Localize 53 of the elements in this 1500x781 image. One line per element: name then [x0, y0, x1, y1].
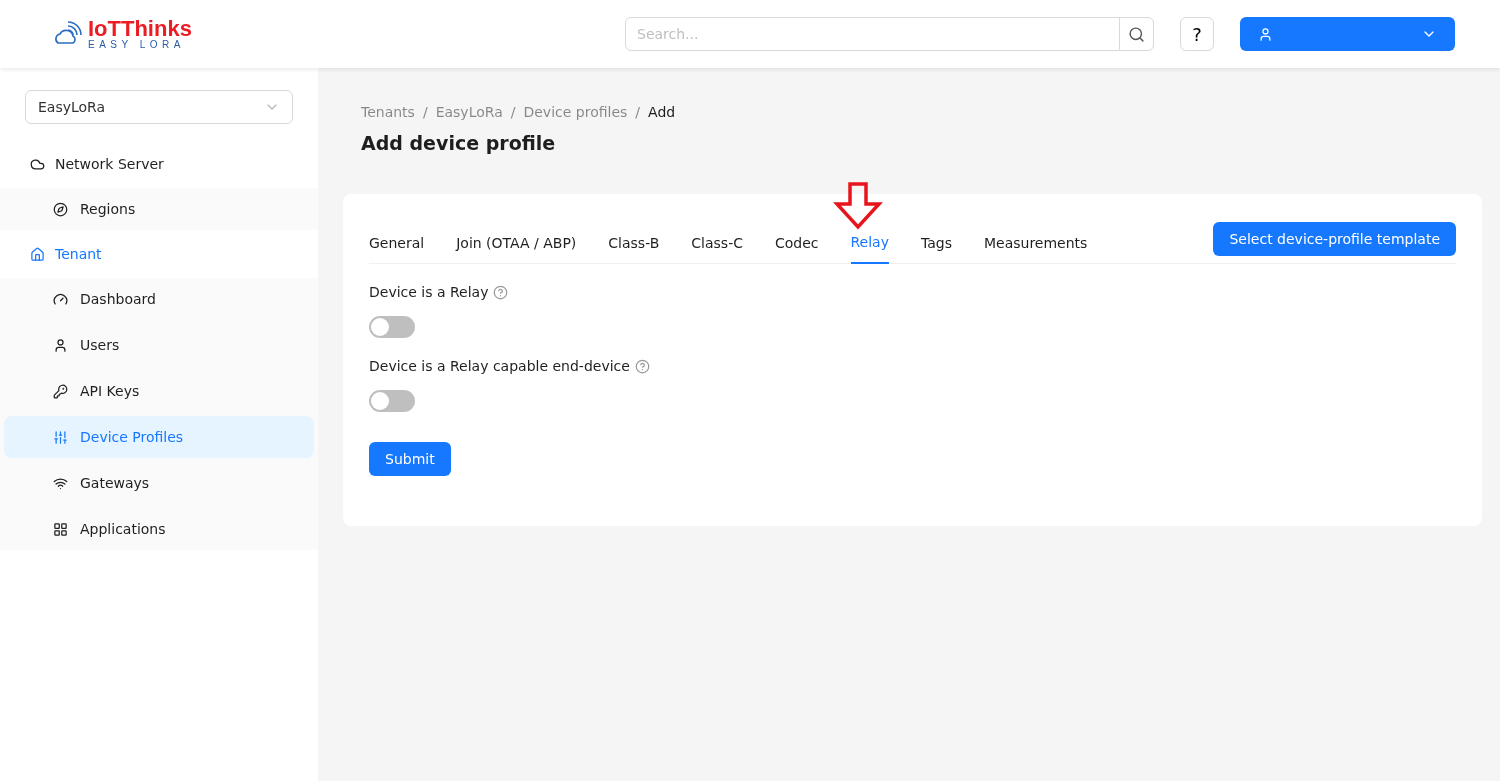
sidebar-item[interactable]: Applications — [4, 508, 314, 550]
sidebar-item-label: Gateways — [80, 475, 150, 491]
gauge-icon — [53, 291, 68, 307]
compass-icon — [53, 201, 68, 217]
user-icon — [1258, 26, 1273, 42]
sidebar-item-label: Applications — [80, 521, 166, 537]
tab[interactable]: Tags — [921, 220, 952, 263]
help-icon — [493, 284, 509, 300]
sidebar-item[interactable]: Users — [4, 324, 314, 366]
sidebar-group-label: Network Server — [55, 156, 164, 172]
tab[interactable]: Class-B — [608, 220, 660, 263]
tab[interactable]: Codec — [774, 220, 819, 263]
toggle-switch[interactable] — [369, 316, 415, 338]
sidebar-item[interactable]: Gateways — [4, 462, 314, 504]
sidebar-item-label: Dashboard — [80, 291, 156, 307]
sidebar-item[interactable]: Dashboard — [4, 278, 314, 320]
sidebar-item-label: Regions — [80, 201, 136, 217]
sidebar-group-label: Tenant — [55, 246, 102, 262]
breadcrumb-separator: / — [422, 104, 428, 120]
page-title: Add device profile — [361, 132, 557, 154]
wifi-icon — [53, 475, 68, 491]
user-menu-button[interactable] — [1240, 17, 1455, 51]
breadcrumb-separator: / — [635, 104, 641, 120]
home-icon — [30, 246, 45, 262]
sidebar-item[interactable]: API Keys — [4, 370, 314, 412]
tab[interactable]: General — [369, 220, 425, 263]
tab[interactable]: Join (OTAA / ABP) — [456, 220, 577, 263]
search-icon — [1128, 25, 1145, 43]
sliders-icon — [53, 429, 68, 445]
logo-icon — [54, 21, 84, 47]
template-button[interactable]: Select device-profile template — [1213, 221, 1456, 256]
toggle-switch[interactable] — [369, 390, 415, 412]
logo-name: IoTThinks — [88, 18, 192, 40]
field-label: Device is a Relay capable end-device — [369, 358, 630, 374]
sidebar-item-label: Device Profiles — [80, 429, 184, 445]
user-icon — [53, 337, 68, 353]
key-icon — [53, 383, 68, 399]
sidebar-item[interactable]: Device Profiles — [4, 416, 314, 458]
tenant-select[interactable]: EasyLoRa — [25, 90, 293, 124]
submit-button[interactable]: Submit — [369, 442, 451, 476]
annotation-arrow-icon — [833, 182, 883, 230]
help-icon — [634, 358, 650, 374]
field-label: Device is a Relay — [369, 284, 489, 300]
tab[interactable]: Relay — [850, 220, 889, 264]
cloud-icon — [30, 156, 45, 172]
breadcrumb-separator: / — [510, 104, 516, 120]
logo-tagline: EASY LORA — [88, 40, 186, 50]
sidebar-item-label: API Keys — [80, 383, 140, 399]
sidebar-item-label: Users — [80, 337, 120, 353]
grid-icon — [53, 521, 68, 537]
help-button[interactable]: ? — [1180, 17, 1214, 51]
tab[interactable]: Measurements — [984, 220, 1088, 263]
tab[interactable]: Class-C — [691, 220, 743, 263]
